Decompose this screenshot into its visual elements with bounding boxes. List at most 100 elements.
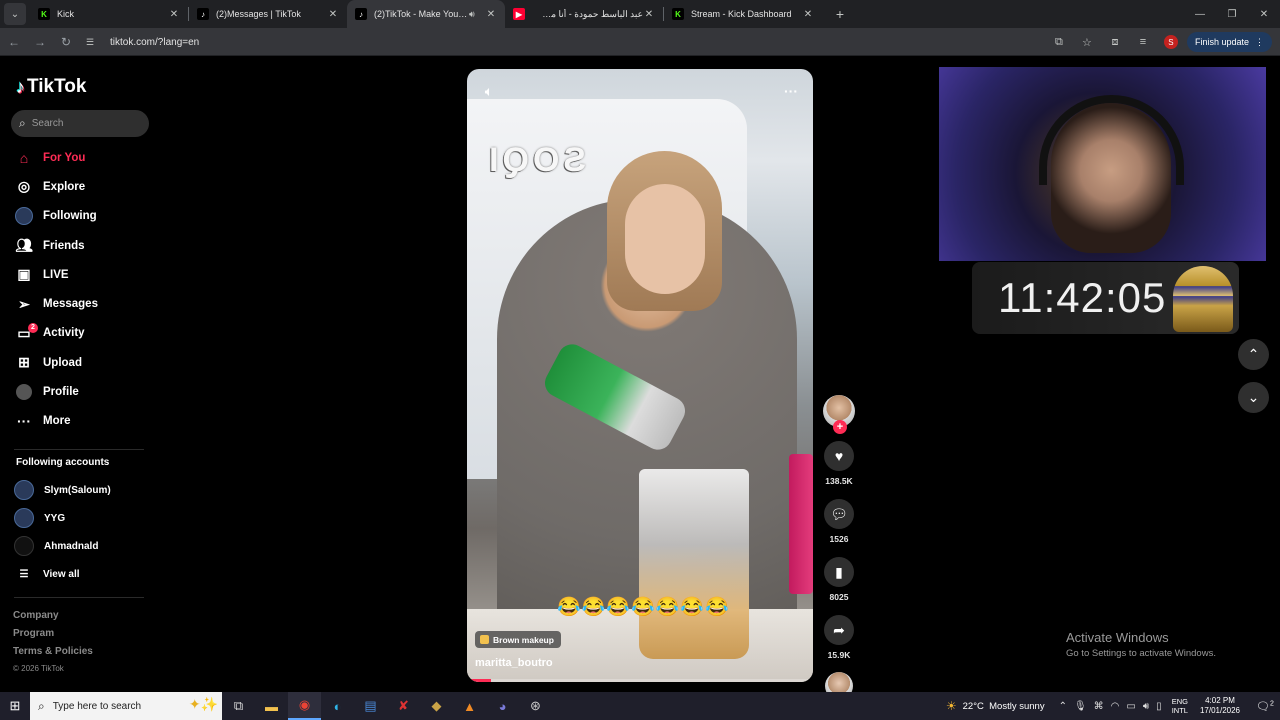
steam-icon[interactable]: ⊛ [519, 692, 552, 720]
speaker-icon[interactable]: 🔊︎ [469, 9, 481, 20]
account-item[interactable]: Ahmadnald [14, 532, 111, 560]
close-icon[interactable]: ✕ [168, 9, 180, 20]
comment-icon[interactable]: 💬︎ [824, 499, 854, 529]
volume-tray-icon[interactable]: 🔊︎ [1143, 701, 1149, 712]
display-icon[interactable]: ▯ [1156, 701, 1162, 712]
task-view-icon[interactable]: ⧉ [222, 692, 255, 720]
taskbar-search-placeholder: Type here to search [52, 700, 142, 712]
share-icon[interactable]: ➦ [824, 615, 854, 645]
file-explorer-icon[interactable]: ▬ [255, 692, 288, 720]
activate-subtitle: Go to Settings to activate Windows. [1066, 648, 1216, 659]
close-icon[interactable]: ✕ [327, 9, 339, 20]
close-icon[interactable]: ✕ [802, 9, 814, 20]
language-indicator[interactable]: ENG INTL [1172, 697, 1188, 715]
search-input[interactable] [31, 118, 132, 129]
sidebar-item-explore[interactable]: ◎ Explore [14, 172, 98, 201]
video-scene-face [625, 184, 705, 294]
effect-tag-label: Brown makeup [493, 634, 554, 645]
sidebar-item-live[interactable]: ▣ LIVE [14, 260, 98, 289]
weather-widget[interactable]: ☀ 22°C Mostly sunny [946, 699, 1045, 713]
video-caption-overlay: 😂😂😂😂😂😂😂 [557, 597, 730, 618]
chevron-up-icon[interactable]: ⌃ [1238, 339, 1269, 370]
game-app-icon[interactable]: ◆ [420, 692, 453, 720]
windows-start-icon[interactable]: ⊞ [0, 692, 30, 720]
effect-tag[interactable]: Brown makeup [475, 631, 561, 648]
wifi-icon[interactable]: ◠ [1111, 701, 1120, 712]
heart-icon[interactable]: ♥ [824, 441, 854, 471]
account-name: Ahmadnald [44, 540, 99, 552]
follow-plus-icon[interactable]: + [833, 420, 847, 434]
close-icon[interactable]: ✕ [485, 9, 497, 20]
close-icon[interactable]: ✕ [643, 9, 655, 20]
more-options-icon[interactable]: ··· [781, 81, 801, 101]
sidebar-item-messages[interactable]: ➢ Messages [14, 289, 98, 318]
edge-icon[interactable]: ◐ [321, 692, 354, 720]
red-app-icon[interactable]: ✘ [387, 692, 420, 720]
video-progress-bar[interactable] [467, 679, 813, 682]
tiktok-logo[interactable]: ♪ TikTok [16, 76, 86, 98]
save-action: ▮ 8025 [820, 557, 858, 602]
sidebar-item-upload[interactable]: ⊞ Upload [14, 348, 98, 377]
search-box[interactable]: ⌕ [11, 110, 149, 137]
bookmark-star-icon[interactable]: ☆ [1075, 30, 1099, 54]
battery-icon[interactable]: ▭ [1126, 701, 1135, 712]
url-text[interactable]: tiktok.com/?lang=en [110, 37, 199, 48]
tray-icons: ⌃ 🎙︎ ⌘ ◠ ▭ 🔊︎ ▯ [1059, 701, 1162, 712]
account-item[interactable]: YYG [14, 504, 111, 532]
tiktok-logo-icon: ♪ [355, 8, 367, 20]
footer-company-link[interactable]: Company [13, 610, 93, 628]
tab-kick-dashboard[interactable]: K Stream - Kick Dashboard ✕ [664, 0, 822, 28]
tab-youtube[interactable]: ▶ عبد الباسط حمودة - أنا مش (623) ✕ [505, 0, 663, 28]
chrome-icon[interactable]: ◉ [288, 692, 321, 720]
sidebar-item-following[interactable]: Following [14, 202, 98, 231]
address-bar[interactable]: ☰ tiktok.com/?lang=en [80, 31, 1120, 53]
video-player[interactable]: SOQI 🔈︎ ··· 😂😂😂😂😂😂😂 Brown makeup maritta… [467, 69, 813, 682]
install-app-icon[interactable]: ⧉ [1047, 30, 1071, 54]
activate-windows-watermark: Activate Windows Go to Settings to activ… [1066, 630, 1216, 659]
account-item[interactable]: Slym(Saloum) [14, 476, 111, 504]
profile-avatar[interactable]: S [1159, 30, 1183, 54]
minimize-icon[interactable]: — [1184, 0, 1216, 28]
bookmark-icon[interactable]: ▮ [824, 557, 854, 587]
notification-icon[interactable]: 🗨︎2 [1250, 700, 1280, 713]
sidebar-item-label: Following [43, 210, 97, 223]
forward-arrow-icon[interactable]: → [28, 30, 52, 54]
footer-terms-link[interactable]: Terms & Policies [13, 646, 93, 664]
microphone-icon[interactable]: 🎙︎ [1074, 701, 1087, 712]
video-author[interactable]: maritta_boutro [475, 657, 553, 669]
close-window-icon[interactable]: ✕ [1248, 0, 1280, 28]
tab-tiktok-messages[interactable]: ♪ (2)Messages | TikTok ✕ [189, 0, 347, 28]
window-controls: — ❐ ✕ [1184, 0, 1280, 28]
view-all-link[interactable]: ☰ View all [14, 560, 111, 588]
tab-kick[interactable]: K Kick ✕ [30, 0, 188, 28]
tab-tiktok-home[interactable]: ♪ (2)TikTok - Make Your Day 🔊︎ ✕ [347, 0, 505, 28]
system-tray: ☀ 22°C Mostly sunny ⌃ 🎙︎ ⌘ ◠ ▭ 🔊︎ ▯ ENG … [946, 692, 1280, 720]
clock-date[interactable]: 4:02 PM 17/01/2026 [1200, 696, 1240, 716]
footer-program-link[interactable]: Program [13, 628, 93, 646]
tab-search-button[interactable]: ⌄ [4, 3, 26, 25]
chevron-up-tray-icon[interactable]: ⌃ [1059, 701, 1067, 712]
orange-app-icon[interactable]: ▲ [453, 692, 486, 720]
new-tab-button[interactable]: + [828, 6, 852, 22]
sidebar-item-more[interactable]: ··· More [14, 407, 98, 436]
chevron-down-icon[interactable]: ⌄ [1238, 382, 1269, 413]
sidebar-item-friends[interactable]: 👥︎ Friends [14, 231, 98, 260]
finish-update-button[interactable]: Finish update ⋮ [1186, 32, 1272, 52]
extensions-icon[interactable]: ⧈ [1103, 30, 1127, 54]
media-control-icon[interactable]: ≡ [1131, 30, 1155, 54]
sidebar-item-activity[interactable]: ▭ 2 Activity [14, 319, 98, 348]
search-highlight-icon: ✦✨ [188, 696, 218, 712]
creator-avatar[interactable]: + [823, 395, 855, 434]
taskbar-search[interactable]: ⌕ Type here to search ✦✨ [30, 692, 222, 720]
sidebar-item-profile[interactable]: Profile [14, 377, 98, 406]
back-arrow-icon[interactable]: ← [2, 30, 26, 54]
network-icon[interactable]: ⌘ [1094, 701, 1104, 712]
restore-icon[interactable]: ❐ [1216, 0, 1248, 28]
discord-icon[interactable]: ◕ [486, 692, 519, 720]
video-scene-can [789, 454, 813, 594]
site-info-icon[interactable]: ☰ [86, 37, 102, 48]
sidebar-item-for-you[interactable]: ⌂ For You [14, 143, 98, 172]
word-icon[interactable]: ▤ [354, 692, 387, 720]
volume-icon[interactable]: 🔈︎ [479, 81, 499, 101]
reload-icon[interactable]: ↻ [54, 30, 78, 54]
